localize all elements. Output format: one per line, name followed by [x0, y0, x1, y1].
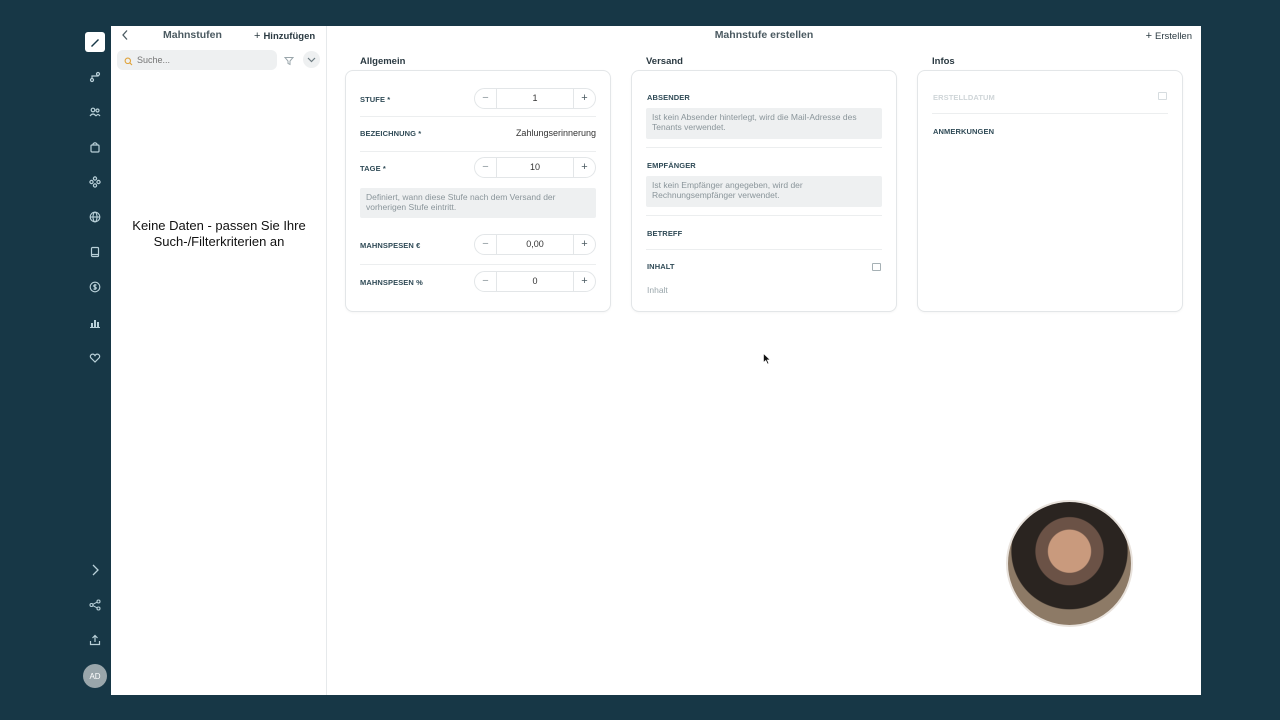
inhalt-label: INHALT — [647, 262, 675, 271]
icon-rail: AD — [79, 26, 111, 695]
page-title: Mahnstufe erstellen — [714, 29, 814, 41]
card-allgemein: STUFE * − 1 + BEZEICHNUNG * Zahlungserin… — [345, 70, 611, 312]
stufe-value[interactable]: 1 — [497, 89, 573, 108]
currency-icon[interactable] — [87, 279, 103, 295]
pen-icon[interactable] — [85, 32, 105, 52]
plus-icon: + — [1145, 30, 1153, 42]
divider — [360, 116, 596, 117]
decrement-button[interactable]: − — [475, 158, 497, 177]
pipeline-icon[interactable] — [87, 69, 103, 85]
shopping-bag-icon[interactable] — [87, 139, 103, 155]
erstelldatum-label: ERSTELLDATUM — [933, 93, 995, 102]
section-label-versand: Versand — [646, 56, 683, 67]
field-bezeichnung: BEZEICHNUNG * Zahlungserinnerung — [360, 126, 596, 142]
absender-label: ABSENDER — [647, 93, 690, 102]
divider — [360, 264, 596, 265]
mahnspesen-eur-stepper[interactable]: − 0,00 + — [474, 234, 596, 255]
increment-button[interactable]: + — [573, 235, 595, 254]
tage-stepper[interactable]: − 10 + — [474, 157, 596, 178]
search-box[interactable] — [117, 50, 277, 70]
search-icon — [124, 53, 134, 66]
empfaenger-label: EMPFÄNGER — [647, 161, 696, 170]
share-icon[interactable] — [87, 597, 103, 613]
decrement-button[interactable]: − — [475, 89, 497, 108]
divider — [646, 215, 882, 216]
bar-chart-icon[interactable] — [87, 315, 103, 331]
betreff-label: BETREFF — [647, 229, 683, 238]
calendar-icon — [1158, 92, 1167, 100]
chevron-right-icon[interactable] — [87, 562, 103, 578]
card-versand: ABSENDER Ist kein Absender hinterlegt, w… — [631, 70, 897, 312]
field-mahnspesen-eur: MAHNSPESEN € − 0,00 + — [360, 234, 596, 256]
mahnspesen-pct-stepper[interactable]: − 0 + — [474, 271, 596, 292]
bezeichnung-input[interactable]: Zahlungserinnerung — [516, 128, 596, 138]
mouse-cursor-icon — [763, 353, 771, 365]
empfaenger-input[interactable]: Ist kein Empfänger angegeben, wird der R… — [646, 176, 882, 207]
upload-icon[interactable] — [87, 632, 103, 648]
divider — [932, 113, 1168, 114]
create-label: Erstellen — [1155, 31, 1192, 42]
list-pane: Mahnstufen +Hinzufügen Keine Daten - pas… — [111, 26, 327, 695]
field-stufe: STUFE * − 1 + — [360, 88, 596, 110]
field-tage: TAGE * − 10 + — [360, 157, 596, 179]
section-label-allgemein: Allgemein — [360, 56, 406, 67]
filter-icon[interactable] — [283, 53, 296, 66]
bezeichnung-label: BEZEICHNUNG * — [360, 129, 422, 138]
chevron-down-icon[interactable] — [303, 51, 320, 68]
mahnspesen-eur-value[interactable]: 0,00 — [497, 235, 573, 254]
inhalt-input[interactable]: Inhalt — [647, 285, 668, 295]
card-infos: ERSTELLDATUM ANMERKUNGEN — [917, 70, 1183, 312]
list-header: Mahnstufen + Hinzufügen — [111, 26, 327, 46]
create-button[interactable]: + Erstellen — [1146, 30, 1192, 42]
divider — [360, 151, 596, 152]
increment-button[interactable]: + — [573, 158, 595, 177]
search-input[interactable] — [137, 52, 267, 68]
empty-state-line-1: Keine Daten - passen Sie Ihre — [132, 218, 306, 233]
empty-state: Keine Daten - passen Sie Ihre Such-/Filt… — [111, 218, 327, 250]
mahnspesen-pct-label: MAHNSPESEN % — [360, 278, 423, 287]
stufe-stepper[interactable]: − 1 + — [474, 88, 596, 109]
mahnspesen-pct-value[interactable]: 0 — [497, 272, 573, 291]
users-icon[interactable] — [87, 104, 103, 120]
book-icon[interactable] — [87, 244, 103, 260]
modules-icon[interactable] — [87, 174, 103, 190]
globe-icon[interactable] — [87, 209, 103, 225]
tage-label: TAGE * — [360, 164, 386, 173]
stufe-label: STUFE * — [360, 95, 391, 104]
divider — [646, 147, 882, 148]
add-label: Hinzufügen — [263, 31, 316, 42]
tage-value[interactable]: 10 — [497, 158, 573, 177]
expand-editor-icon[interactable] — [872, 263, 881, 271]
decrement-button[interactable]: − — [475, 272, 497, 291]
anmerkungen-label: ANMERKUNGEN — [933, 127, 995, 136]
divider — [646, 249, 882, 250]
back-icon[interactable] — [121, 29, 131, 41]
webcam-overlay — [1006, 500, 1133, 627]
decrement-button[interactable]: − — [475, 235, 497, 254]
increment-button[interactable]: + — [573, 89, 595, 108]
empty-state-line-2: Such-/Filterkriterien an — [153, 234, 285, 249]
mahnspesen-eur-label: MAHNSPESEN € — [360, 241, 421, 250]
tage-hint: Definiert, wann diese Stufe nach dem Ver… — [360, 188, 596, 218]
section-label-infos: Infos — [932, 56, 955, 67]
add-button[interactable]: + Hinzufügen — [254, 30, 315, 42]
heart-icon[interactable] — [87, 350, 103, 366]
list-title: Mahnstufen — [163, 29, 222, 41]
field-mahnspesen-pct: MAHNSPESEN % − 0 + — [360, 271, 596, 293]
avatar[interactable]: AD — [83, 664, 107, 688]
absender-input[interactable]: Ist kein Absender hinterlegt, wird die M… — [646, 108, 882, 139]
increment-button[interactable]: + — [573, 272, 595, 291]
plus-icon: + — [254, 30, 261, 42]
